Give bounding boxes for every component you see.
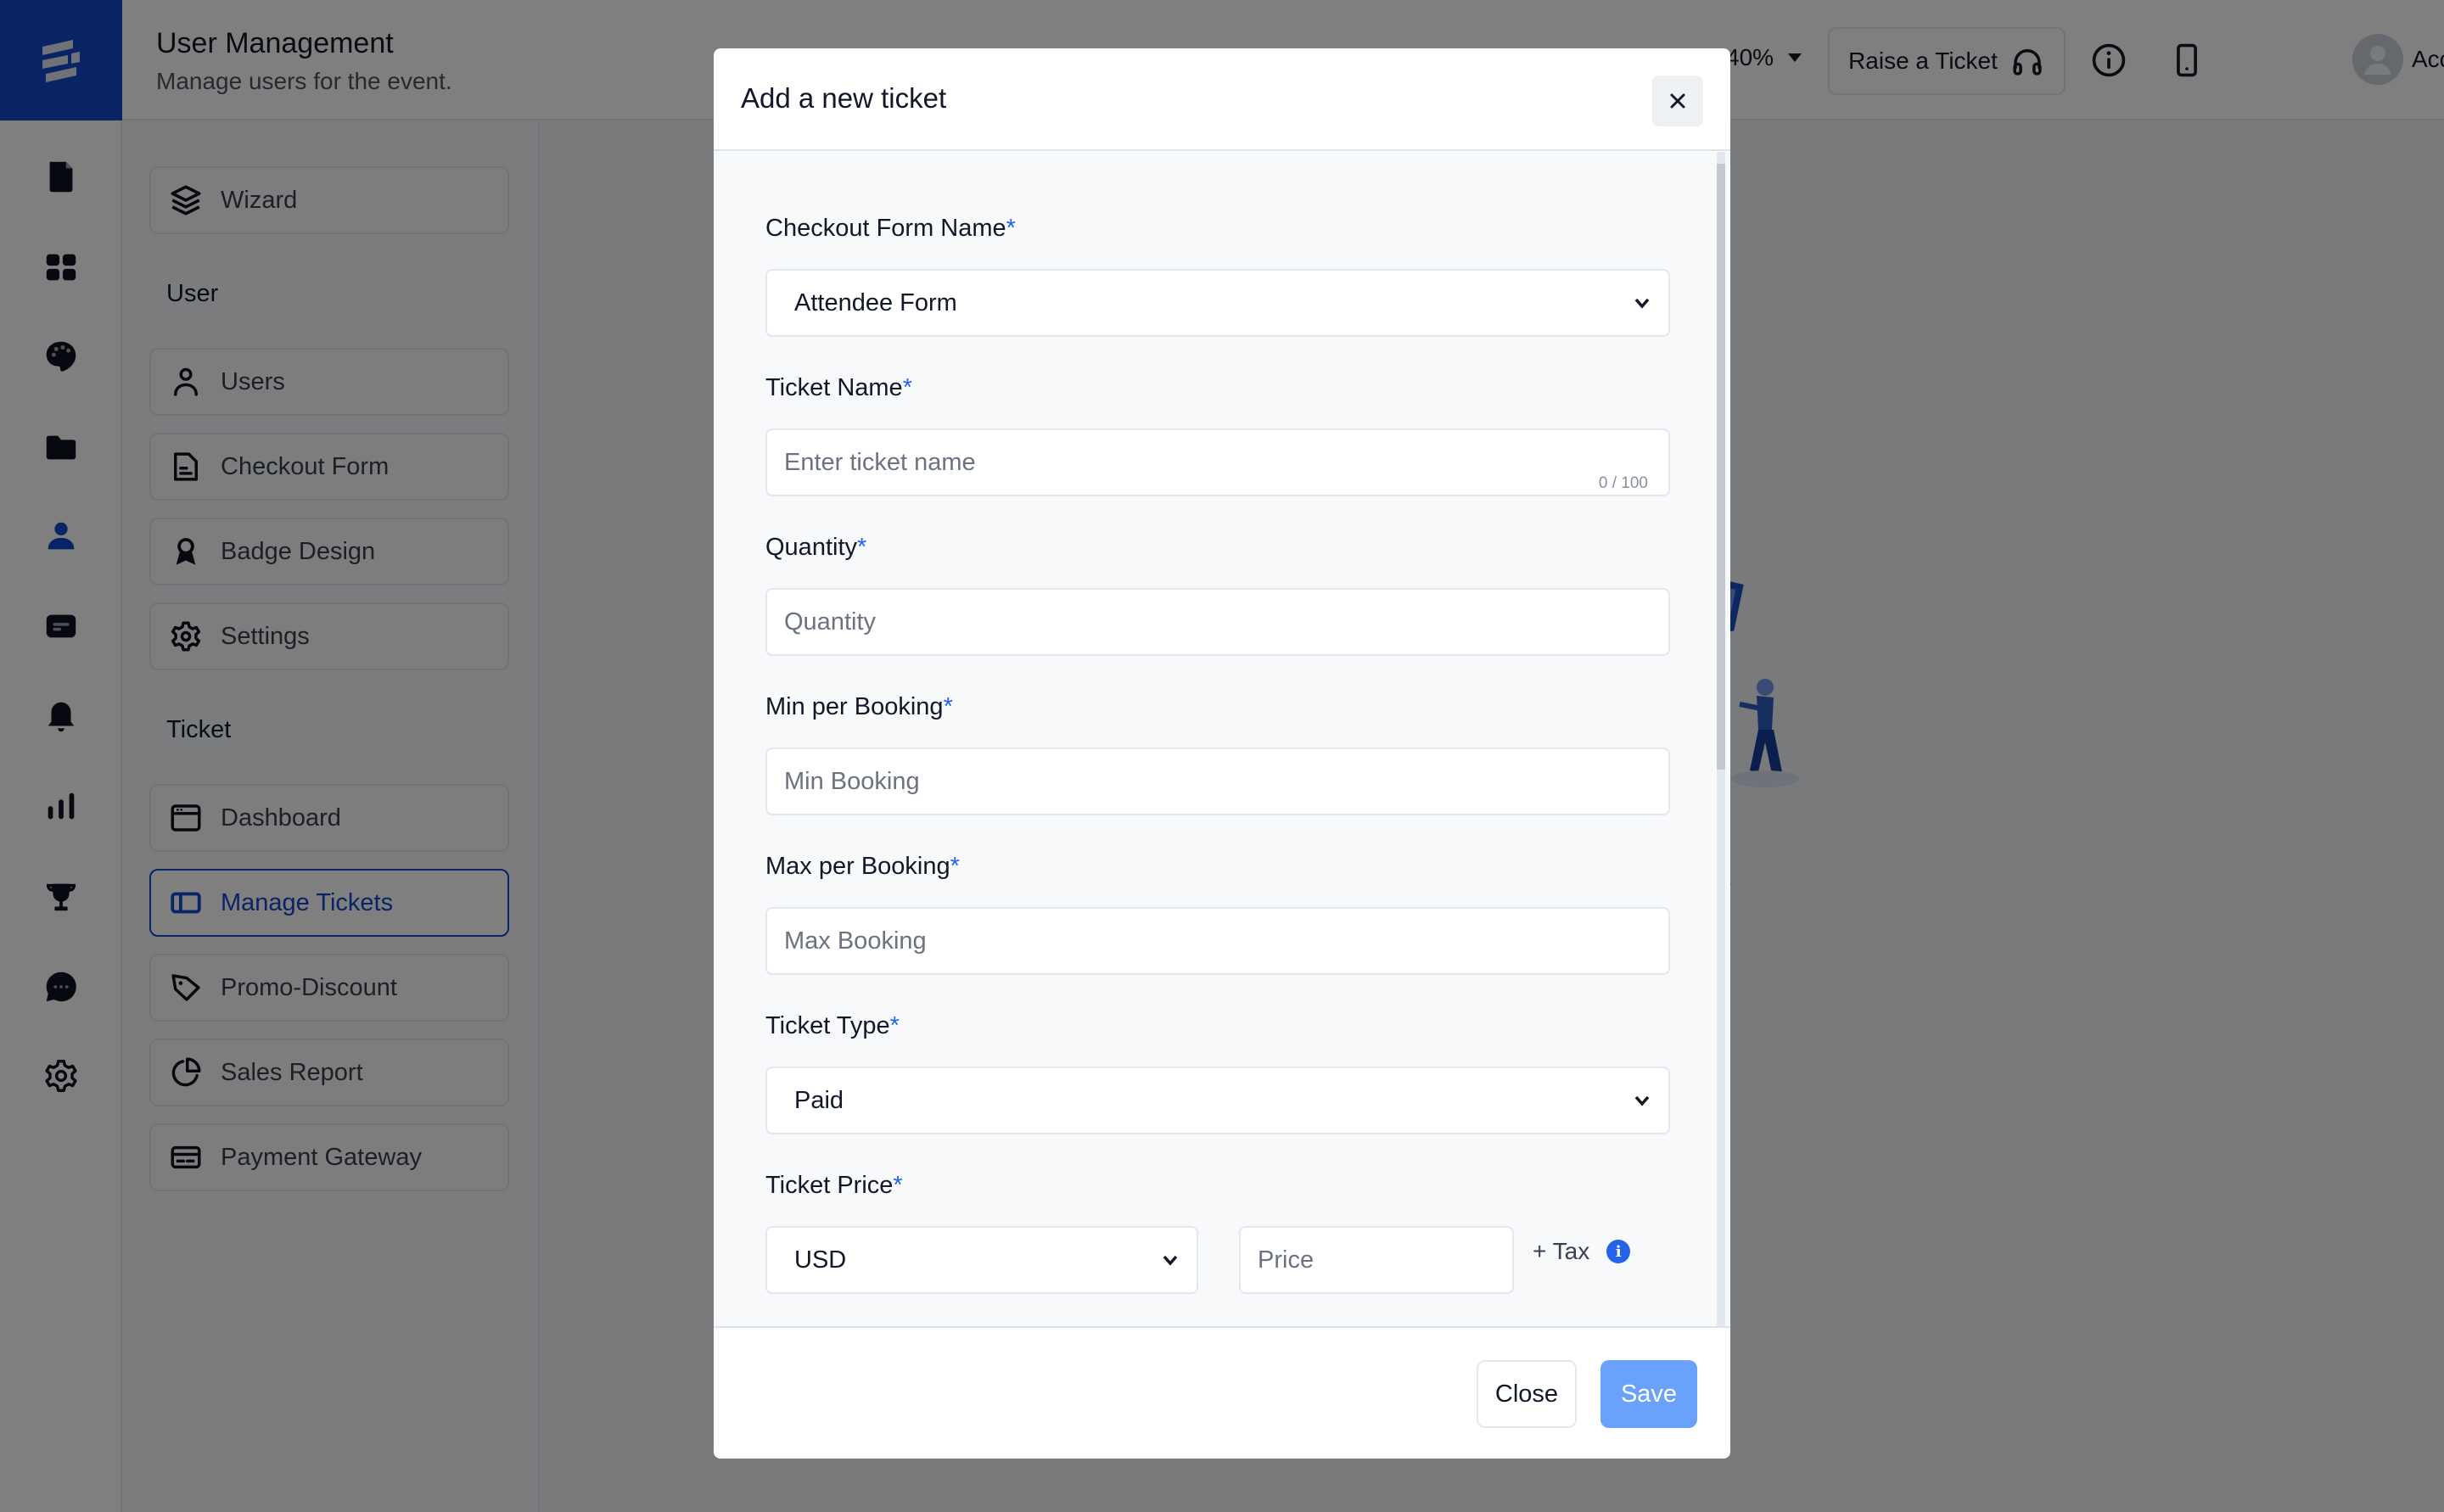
checkout-form-value: Attendee Form bbox=[794, 288, 957, 316]
required-marker: * bbox=[1006, 215, 1016, 242]
min-booking-field[interactable] bbox=[765, 748, 1670, 815]
currency-value: USD bbox=[794, 1246, 847, 1274]
modal-body: Checkout Form Name* Attendee Form Ticket… bbox=[714, 152, 1730, 1374]
ticket-price-label: Ticket Price* bbox=[765, 1172, 903, 1200]
modal-title: Add a new ticket bbox=[741, 82, 947, 114]
add-ticket-modal: Add a new ticket Checkout Form Name* Att… bbox=[714, 48, 1730, 1459]
required-marker: * bbox=[950, 853, 960, 880]
required-marker: * bbox=[889, 1012, 900, 1039]
required-marker: * bbox=[902, 374, 912, 401]
ticket-type-select[interactable]: Paid bbox=[765, 1067, 1670, 1134]
max-booking-label: Max per Booking* bbox=[765, 853, 960, 881]
ticket-type-label: Ticket Type* bbox=[765, 1012, 900, 1040]
ticket-name-input[interactable] bbox=[784, 448, 1651, 477]
save-button[interactable]: Save bbox=[1600, 1360, 1697, 1428]
chevron-down-icon bbox=[1163, 1255, 1178, 1266]
ticket-name-label: Ticket Name* bbox=[765, 374, 912, 402]
required-marker: * bbox=[857, 534, 867, 561]
modal-header: Add a new ticket bbox=[714, 48, 1730, 151]
label-text: Max per Booking bbox=[765, 853, 950, 880]
ticket-type-value: Paid bbox=[794, 1086, 844, 1114]
chevron-down-icon bbox=[1634, 298, 1650, 309]
tax-text: + Tax bbox=[1533, 1238, 1590, 1264]
quantity-field[interactable] bbox=[765, 588, 1670, 656]
max-booking-field[interactable] bbox=[765, 907, 1670, 975]
label-text: Ticket Price bbox=[765, 1172, 894, 1199]
chevron-down-icon bbox=[1634, 1095, 1650, 1106]
required-marker: * bbox=[893, 1172, 903, 1199]
close-icon bbox=[1670, 93, 1685, 109]
min-booking-input[interactable] bbox=[784, 767, 1651, 796]
label-text: Checkout Form Name bbox=[765, 215, 1006, 242]
required-marker: * bbox=[943, 693, 953, 720]
min-booking-label: Min per Booking* bbox=[765, 693, 953, 721]
quantity-input[interactable] bbox=[784, 608, 1651, 636]
label-text: Min per Booking bbox=[765, 693, 944, 720]
tax-info-icon[interactable]: i bbox=[1606, 1240, 1631, 1263]
character-count: 0 / 100 bbox=[1598, 474, 1648, 492]
checkout-form-select[interactable]: Attendee Form bbox=[765, 269, 1670, 337]
modal-scrollbar-thumb[interactable] bbox=[1717, 164, 1725, 770]
max-booking-input[interactable] bbox=[784, 927, 1651, 955]
modal-scrollbar[interactable] bbox=[1717, 152, 1725, 1374]
close-button[interactable]: Close bbox=[1477, 1360, 1577, 1428]
tax-label: + Tax i bbox=[1533, 1238, 1631, 1265]
currency-select[interactable]: USD bbox=[765, 1226, 1198, 1294]
modal-footer: Close Save bbox=[714, 1326, 1730, 1459]
quantity-label: Quantity* bbox=[765, 534, 866, 562]
label-text: Ticket Type bbox=[765, 1012, 890, 1039]
ticket-name-field[interactable]: 0 / 100 bbox=[765, 428, 1670, 496]
label-text: Ticket Name bbox=[765, 374, 903, 401]
modal-close-button[interactable] bbox=[1652, 76, 1703, 126]
label-text: Quantity bbox=[765, 534, 857, 561]
price-field[interactable] bbox=[1239, 1226, 1514, 1294]
price-input[interactable] bbox=[1258, 1246, 1495, 1274]
checkout-form-label: Checkout Form Name* bbox=[765, 215, 1016, 243]
